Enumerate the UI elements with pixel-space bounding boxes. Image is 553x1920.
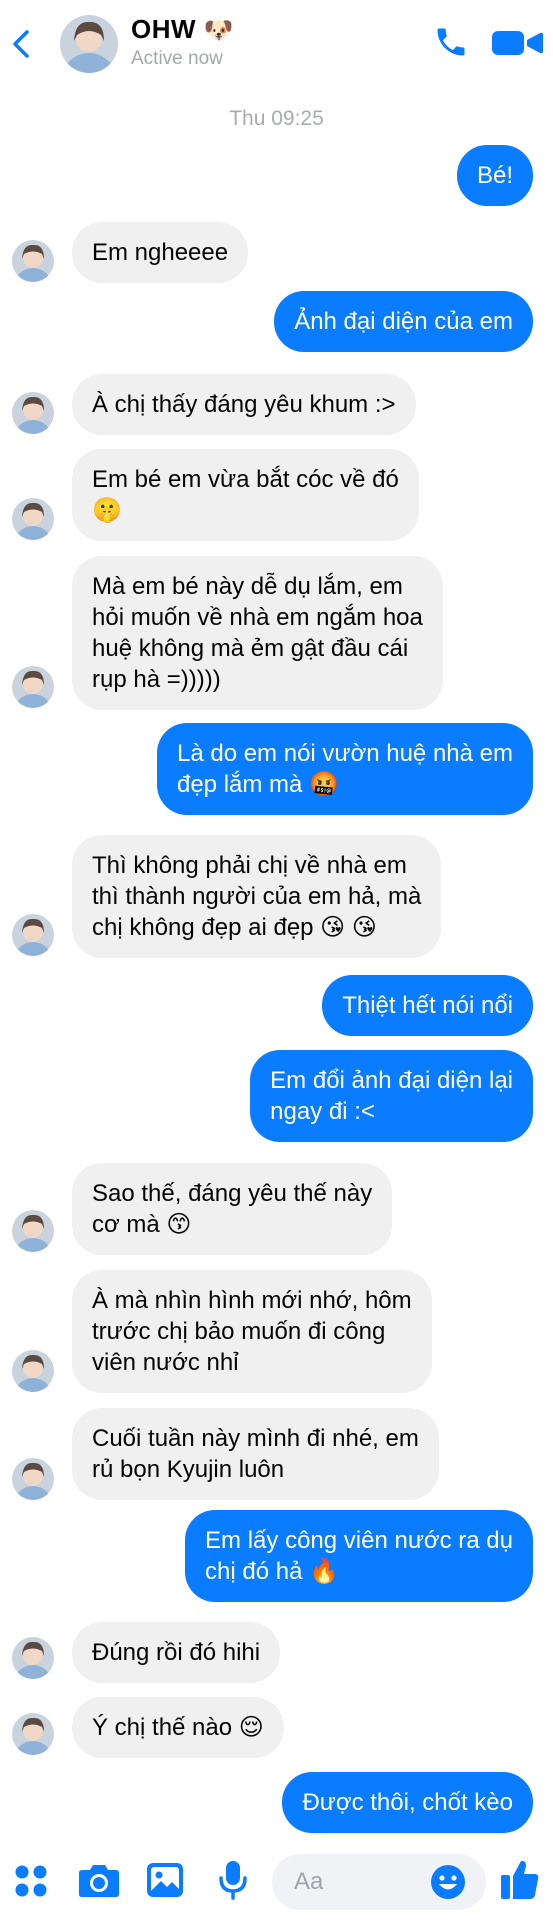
back-button[interactable] xyxy=(10,26,34,62)
sender-avatar[interactable] xyxy=(12,1210,54,1252)
message-line: rụp hà =))))) xyxy=(92,666,221,693)
outgoing-message[interactable]: Em lấy công viên nước ra dụ chị đó hả 🔥 xyxy=(185,1510,533,1602)
message-line: Em bé em vừa bắt cóc về đó xyxy=(92,466,399,493)
message-line: Em đổi ảnh đại diện lại xyxy=(270,1067,513,1094)
message-line: viên nước nhỉ xyxy=(92,1349,239,1376)
message-line: Ý chị thế nào 😌 xyxy=(92,1714,264,1741)
incoming-message[interactable]: Mà em bé này dễ dụ lắm, em hỏi muốn về n… xyxy=(72,556,443,710)
apps-grid-icon xyxy=(15,1865,47,1897)
incoming-message[interactable]: Em ngheeee xyxy=(72,222,249,283)
message-line: À chị thấy đáng yêu khum :> xyxy=(92,391,396,418)
message-line: đẹp lắm mà 🤬 xyxy=(176,771,339,798)
message-emoji-line: 🤫 xyxy=(92,496,122,524)
message-line: Sao thế, đáng yêu thế này xyxy=(92,1180,373,1207)
incoming-message[interactable]: Cuối tuần này mình đi nhé, em rủ bọn Kyu… xyxy=(72,1408,439,1500)
message-line: rủ bọn Kyujin luôn xyxy=(92,1456,285,1483)
message-line: trước chị bảo muốn đi công xyxy=(92,1318,386,1345)
message-line: Cuối tuần này mình đi nhé, em xyxy=(92,1425,419,1452)
like-thumb-icon xyxy=(501,1860,539,1899)
back-chevron-icon xyxy=(13,30,29,58)
message-line: chị không đẹp ai đẹp 😘 😘 xyxy=(92,914,377,941)
gallery-button[interactable] xyxy=(146,1862,184,1903)
contact-avatar[interactable] xyxy=(60,15,118,73)
outgoing-message[interactable]: Em đổi ảnh đại diện lại ngay đi :< xyxy=(250,1050,533,1142)
emoji-button[interactable] xyxy=(430,1864,466,1905)
chat-header: OHW 🐶 Active now xyxy=(0,0,553,88)
sender-avatar[interactable] xyxy=(12,914,54,956)
apps-button[interactable] xyxy=(14,1864,48,1903)
outgoing-message[interactable]: Là do em nói vườn huệ nhà em đẹp lắm mà … xyxy=(156,723,533,815)
sender-avatar[interactable] xyxy=(12,1458,54,1500)
voice-button[interactable] xyxy=(218,1860,248,1905)
message-line: Em ngheeee xyxy=(92,239,229,266)
outgoing-message[interactable]: Được thôi, chốt kèo xyxy=(282,1772,533,1833)
microphone-icon xyxy=(219,1861,247,1900)
incoming-message[interactable]: Sao thế, đáng yêu thế này cơ mà 😙 xyxy=(72,1163,393,1255)
timestamp: Thu 09:25 xyxy=(229,107,324,130)
message-line: Đúng rồi đó hihi xyxy=(92,1639,261,1666)
emoji-icon xyxy=(431,1865,465,1899)
camera-button[interactable] xyxy=(78,1862,120,1903)
sender-avatar[interactable] xyxy=(12,392,54,434)
incoming-message[interactable]: Ý chị thế nào 😌 xyxy=(72,1697,284,1758)
message-line: ngay đi :< xyxy=(270,1098,375,1125)
sender-avatar[interactable] xyxy=(12,1350,54,1392)
message-line: Mà em bé này dễ dụ lắm, em xyxy=(92,573,403,600)
sender-avatar[interactable] xyxy=(12,1637,54,1679)
message-line: Thì không phải chị về nhà em xyxy=(92,852,407,879)
message-line: chị đó hả 🔥 xyxy=(205,1558,340,1585)
outgoing-message[interactable]: Thiệt hết nói nổi xyxy=(322,975,533,1036)
contact-name[interactable]: OHW 🐶 xyxy=(131,14,234,45)
incoming-message[interactable]: À chị thấy đáng yêu khum :> xyxy=(72,374,416,435)
message-line: Bé! xyxy=(476,162,513,189)
message-line: Ảnh đại diện của em xyxy=(294,308,513,335)
video-camera-icon xyxy=(492,31,543,55)
sender-avatar[interactable] xyxy=(12,240,54,282)
video-call-button[interactable] xyxy=(492,28,544,58)
message-line: À mà nhìn hình mới nhớ, hôm xyxy=(92,1287,412,1314)
incoming-message[interactable]: Em bé em vừa bắt cóc về đó 🤫 xyxy=(72,449,419,541)
phone-icon xyxy=(437,28,465,56)
camera-icon xyxy=(79,1865,119,1897)
like-button[interactable] xyxy=(500,1858,540,1905)
message-line: hỏi muốn về nhà em ngắm hoa xyxy=(92,604,423,631)
contact-name-emoji: 🐶 xyxy=(203,16,235,44)
message-line: Là do em nói vườn huệ nhà em xyxy=(176,740,513,767)
message-line: thì thành người của em hả, mà xyxy=(92,883,422,910)
contact-name-text: OHW xyxy=(131,14,197,44)
sender-avatar[interactable] xyxy=(12,1713,54,1755)
message-line: Em lấy công viên nước ra dụ xyxy=(205,1527,513,1554)
incoming-message[interactable]: Đúng rồi đó hihi xyxy=(72,1622,281,1683)
gallery-icon xyxy=(147,1863,183,1897)
message-line: cơ mà 😙 xyxy=(92,1211,192,1238)
sender-avatar[interactable] xyxy=(12,666,54,708)
sender-avatar[interactable] xyxy=(12,498,54,540)
composer-bar xyxy=(0,1842,553,1920)
incoming-message[interactable]: Thì không phải chị về nhà em thì thành n… xyxy=(72,835,442,958)
outgoing-message[interactable]: Ảnh đại diện của em xyxy=(274,291,533,352)
audio-call-button[interactable] xyxy=(433,24,469,60)
active-status: Active now xyxy=(131,48,223,69)
message-line: Thiệt hết nói nổi xyxy=(342,992,513,1019)
message-line: Được thôi, chốt kèo xyxy=(302,1789,513,1816)
message-line: huệ không mà ẻm gật đầu cái xyxy=(92,635,409,662)
incoming-message[interactable]: À mà nhìn hình mới nhớ, hôm trước chị bả… xyxy=(72,1270,432,1393)
outgoing-message[interactable]: Bé! xyxy=(456,145,533,206)
